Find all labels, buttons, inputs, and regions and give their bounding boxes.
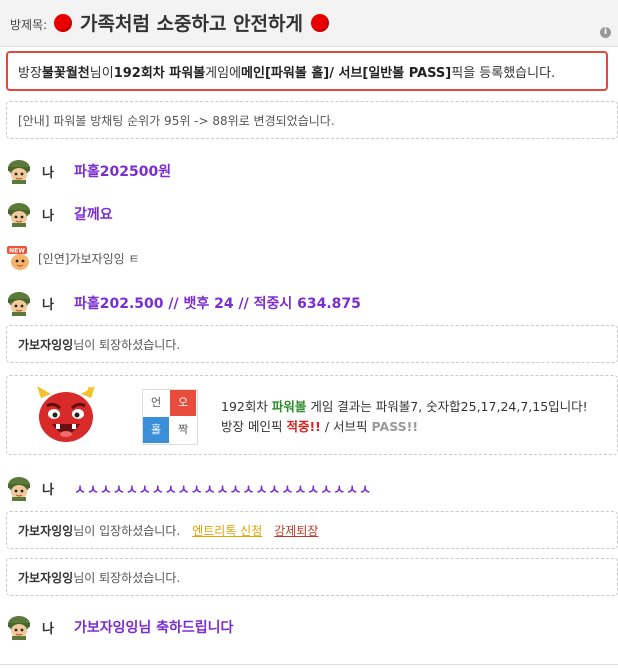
chat-text: ㅅㅅㅅㅅㅅㅅㅅㅅㅅㅅㅅㅅㅅㅅㅅㅅㅅㅅㅅㅅㅅㅅㅅ: [74, 482, 373, 498]
game-name: 파워볼: [271, 399, 307, 414]
notice-text: 방장: [18, 65, 42, 81]
sender-name[interactable]: 나: [42, 618, 62, 637]
svg-text:NEW: NEW: [9, 248, 25, 255]
result-line: 192회차: [221, 399, 272, 414]
chat-text: 파홀202500원: [74, 164, 172, 180]
notice-text: 픽을 등록했습니다.: [451, 65, 556, 81]
host-name: 불꽃월천: [41, 65, 90, 81]
red-circle-icon: [54, 13, 72, 32]
result-text: 192회차 파워볼 게임 결과는 파워볼7, 숫자합25,17,24,7,15입…: [221, 397, 588, 437]
chat-text: 파홀202.500 // 뱃후 24 // 적중시 634.875: [74, 296, 361, 312]
red-circle-icon: [311, 13, 329, 32]
round-name: 192회차 파워볼: [113, 65, 206, 81]
system-text: 님이 입장하셨습니다.: [73, 523, 181, 538]
devil-face-icon: [37, 386, 95, 442]
rank-change-notice: [안내] 파워볼 방채팅 순위가 95위 -> 88위로 변경되었습니다.: [6, 101, 618, 139]
hit-badge: 적중!!: [286, 419, 321, 434]
enter-system-message: 가보자잉잉 님이 입장하셨습니다. 엔트리톡 신청 강제퇴장: [6, 511, 618, 549]
chat-message: 나 파홀202500원: [6, 158, 618, 184]
system-username[interactable]: 가보자잉잉: [18, 522, 73, 539]
chat-message: NEW [인연]가보자잉잉 ㅌ: [6, 245, 618, 271]
result-line: / 서브픽: [320, 419, 372, 434]
leave-system-message: 가보자잉잉 님이 퇴장하셨습니다.: [6, 325, 618, 363]
room-title-label: 방제목:: [10, 18, 48, 32]
chat-text: 갈께요: [74, 207, 113, 223]
pass-badge: PASS!!: [371, 419, 419, 434]
sender-name[interactable]: 나: [42, 479, 62, 498]
soldier-avatar-icon: [8, 477, 30, 501]
notice-text: 님이: [89, 65, 114, 81]
room-header: 방제목: 가족처럼 소중하고 안전하게 i: [0, 0, 618, 47]
result-line: 게임 결과는 파워볼7, 숫자합25,17,24,7,15입니다!: [306, 399, 588, 414]
room-title-text: 가족처럼 소중하고 안전하게: [80, 13, 303, 35]
rank-notice-text: [안내] 파워볼 방채팅 순위가 95위 -> 88위로 변경되었습니다.: [18, 113, 335, 128]
soldier-avatar-icon: [8, 160, 30, 184]
leave-system-message: 가보자잉잉 님이 퇴장하셨습니다.: [6, 558, 618, 596]
sender-name[interactable]: 나: [42, 205, 62, 224]
sender-name[interactable]: 나: [42, 162, 62, 181]
system-text: 님이 퇴장하셨습니다.: [73, 337, 181, 352]
chat-message: 나 가보자잉잉님 축하드립니다: [6, 614, 618, 640]
grid-cell-over: 오: [170, 390, 196, 416]
sender-name[interactable]: 나: [42, 294, 62, 313]
soldier-avatar-icon: [8, 616, 30, 640]
entry-talk-request-link[interactable]: 엔트리톡 신청: [192, 522, 262, 539]
grid-cell-odd: 홀: [143, 417, 169, 443]
new-avatar-icon: NEW: [7, 246, 29, 270]
room-title: 가족처럼 소중하고 안전하게: [54, 9, 329, 36]
chat-text: 가보자잉잉님 축하드립니다: [74, 620, 234, 636]
soldier-avatar-icon: [8, 203, 30, 227]
pick-detail: 메인[파워볼 홀]/ 서브[일반볼 PASS]: [241, 65, 452, 81]
chat-message: 나 ㅅㅅㅅㅅㅅㅅㅅㅅㅅㅅㅅㅅㅅㅅㅅㅅㅅㅅㅅㅅㅅㅅㅅ: [6, 475, 618, 501]
notice-text: 게임에: [205, 65, 242, 81]
divider: [0, 664, 618, 665]
result-grid: 언 오 홀 짝: [142, 389, 198, 445]
force-kick-link[interactable]: 강제퇴장: [274, 522, 318, 539]
grid-cell-even: 짝: [170, 417, 196, 443]
chat-text: [인연]가보자잉잉 ㅌ: [38, 251, 140, 266]
grid-cell-under-over: 언: [143, 390, 169, 416]
system-username[interactable]: 가보자잉잉: [18, 569, 73, 586]
pick-registration-notice: 방장 불꽃월천 님이 192회차 파워볼 게임에 메인[파워볼 홀]/ 서브[일반…: [6, 51, 608, 91]
info-icon[interactable]: i: [600, 27, 611, 38]
chat-message: 나 갈께요: [6, 201, 618, 227]
system-text: 님이 퇴장하셨습니다.: [73, 570, 181, 585]
soldier-avatar-icon: [8, 292, 30, 316]
game-result-card: 언 오 홀 짝 192회차 파워볼 게임 결과는 파워볼7, 숫자합25,17,…: [6, 375, 618, 455]
chat-message: 나 파홀202.500 // 뱃후 24 // 적중시 634.875: [6, 290, 618, 316]
result-line: 방장 메인픽: [221, 419, 287, 434]
system-username[interactable]: 가보자잉잉: [18, 336, 73, 353]
